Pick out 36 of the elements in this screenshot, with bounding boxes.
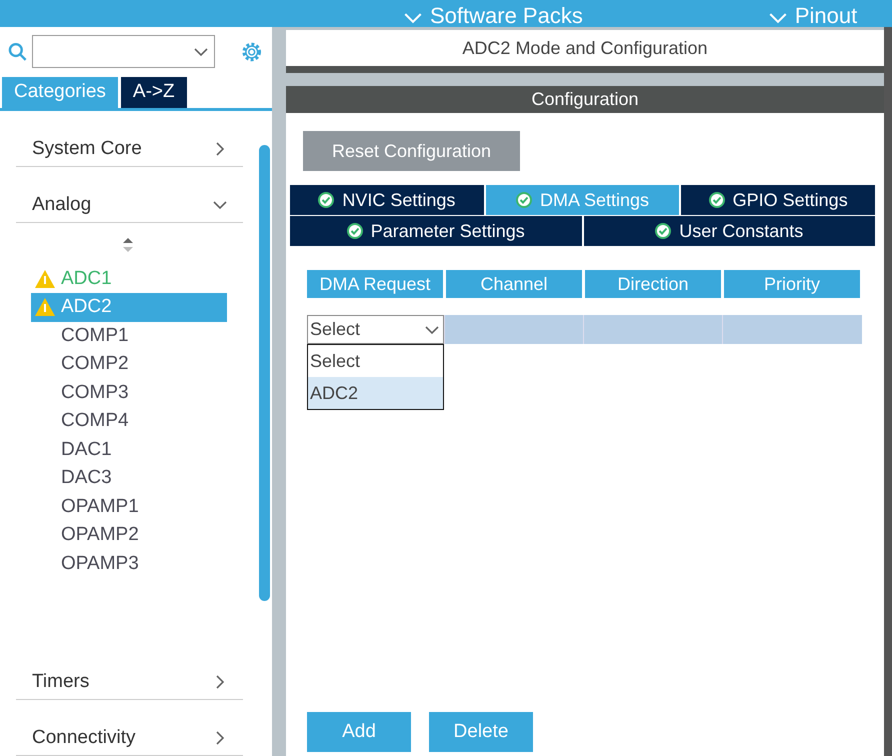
settings-tab[interactable]: GPIO Settings	[681, 185, 876, 215]
check-icon	[655, 223, 672, 239]
peripheral-item[interactable]: COMP3	[61, 382, 129, 404]
check-icon	[346, 223, 363, 239]
check-icon	[318, 192, 334, 208]
panel-title: ADC2 Mode and Configuration	[286, 30, 884, 73]
search-icon	[8, 42, 28, 62]
peripheral-item[interactable]: OPAMP3	[61, 552, 139, 575]
peripheral-item[interactable]: DAC3	[61, 467, 112, 490]
section-header: Configuration	[286, 86, 884, 113]
peripheral-item[interactable]: OPAMP2	[61, 524, 139, 546]
scrollbar-thumb[interactable]	[259, 145, 270, 601]
check-icon	[516, 192, 532, 208]
settings-tab[interactable]: User Constants	[584, 216, 875, 246]
column-header: Direction	[585, 270, 721, 298]
warning-icon	[35, 270, 55, 288]
search-field[interactable]	[32, 35, 215, 68]
dropdown-option[interactable]: ADC2	[308, 377, 443, 409]
category-header[interactable]: Analog	[16, 188, 243, 222]
warning-icon	[35, 298, 55, 316]
category-header[interactable]: System Core	[16, 132, 243, 166]
peripheral-item[interactable]: DAC1	[61, 438, 112, 461]
peripheral-item[interactable]: OPAMP1	[61, 496, 139, 518]
settings-tab[interactable]: Parameter Settings	[290, 216, 582, 246]
sort-icon[interactable]	[122, 236, 134, 252]
column-header: Priority	[724, 270, 860, 298]
settings-tab[interactable]: NVIC Settings	[290, 185, 484, 215]
category-header[interactable]: Timers	[16, 665, 243, 700]
category-header[interactable]: Connectivity	[16, 721, 243, 756]
check-icon	[708, 192, 725, 208]
peripheral-item[interactable]: COMP1	[61, 324, 129, 347]
column-header: DMA Request	[307, 270, 443, 298]
peripheral-item[interactable]: COMP4	[61, 410, 129, 432]
peripheral-item[interactable]: COMP2	[61, 353, 129, 376]
column-header: Channel	[446, 270, 582, 298]
category-tab[interactable]: A->Z	[120, 76, 187, 108]
